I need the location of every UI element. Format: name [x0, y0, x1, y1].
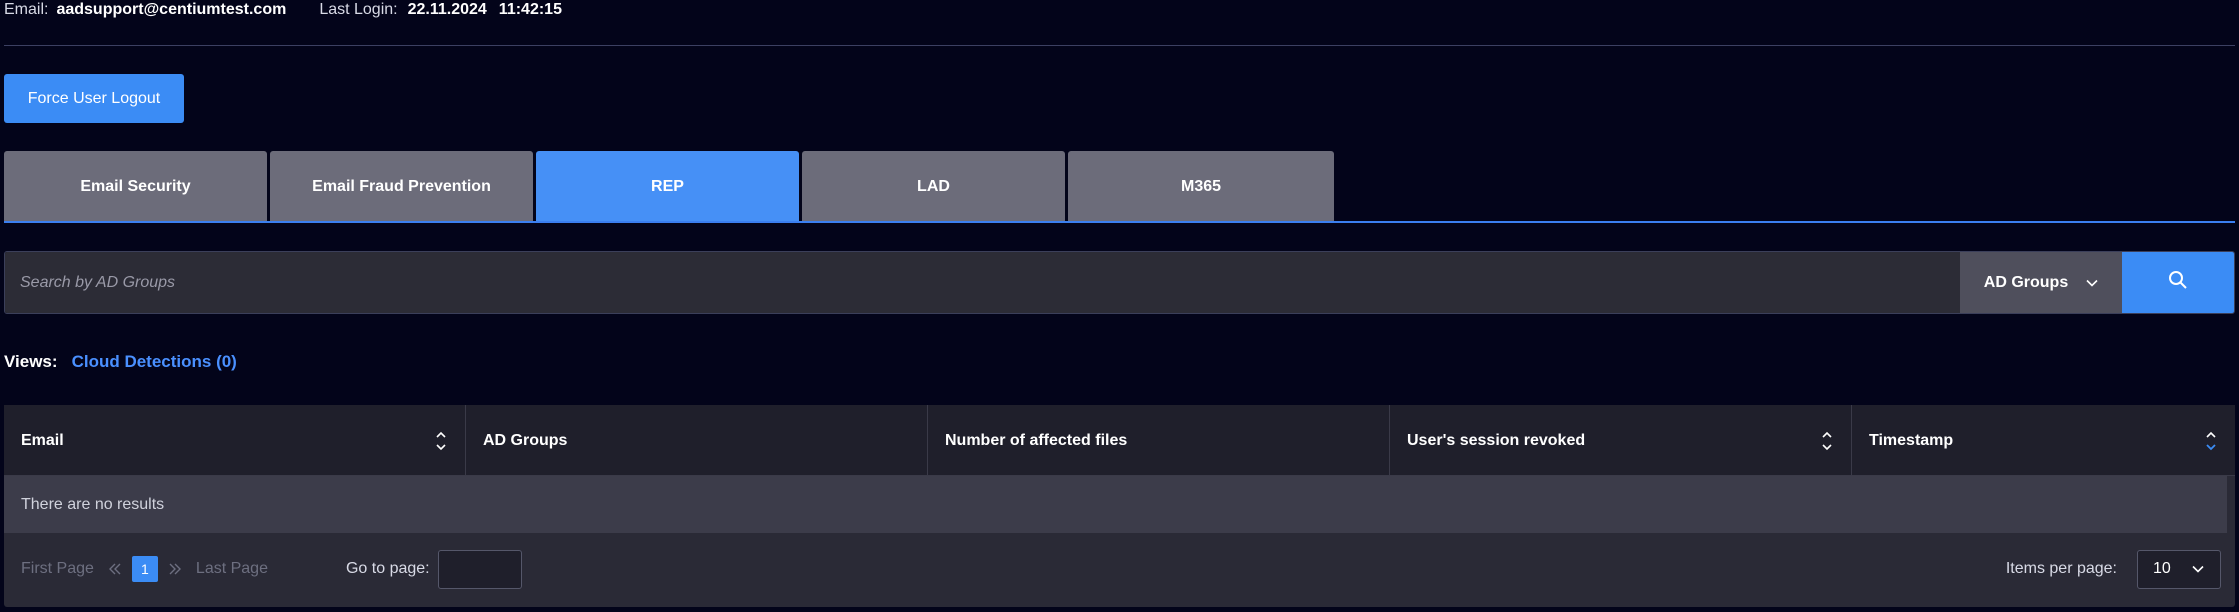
pagination: First Page 1 Last Page Go to page: Items… — [4, 533, 2235, 605]
first-page-link[interactable]: First Page — [21, 560, 94, 578]
go-to-page-input[interactable] — [437, 549, 522, 589]
results-table: Email AD Groups Number of affected files… — [4, 405, 2235, 607]
email-value: aadsupport@centiumtest.com — [56, 1, 287, 18]
column-label: Email — [21, 431, 64, 449]
last-page-link[interactable]: Last Page — [196, 560, 268, 578]
sort-icon[interactable] — [1821, 430, 1833, 452]
column-header-email[interactable]: Email — [4, 405, 466, 476]
search-button[interactable] — [2122, 252, 2234, 313]
column-label: Number of affected files — [945, 431, 1128, 449]
double-chevron-right-icon[interactable] — [168, 562, 182, 576]
table-header: Email AD Groups Number of affected files… — [4, 405, 2235, 476]
email-label: Email: — [4, 1, 49, 18]
header-divider — [4, 45, 2235, 46]
tab-rep[interactable]: REP — [536, 151, 799, 222]
empty-results-row: There are no results — [4, 476, 2227, 533]
tab-lad[interactable]: LAD — [802, 151, 1065, 222]
column-label: Timestamp — [1869, 431, 1954, 449]
chevron-down-icon — [2086, 274, 2098, 292]
items-per-page-select[interactable]: 10 — [2137, 549, 2221, 589]
search-icon — [2168, 270, 2188, 295]
tab-email-security[interactable]: Email Security — [4, 151, 267, 222]
items-per-page-value: 10 — [2153, 560, 2171, 577]
chevron-down-icon — [2192, 560, 2204, 578]
product-tabs: Email Security Email Fraud Prevention RE… — [4, 151, 1337, 222]
column-label: AD Groups — [483, 431, 568, 449]
last-login-label: Last Login: — [319, 1, 398, 18]
go-to-page-label: Go to page: — [345, 560, 430, 577]
tab-underline — [4, 221, 2235, 223]
column-header-timestamp[interactable]: Timestamp — [1852, 405, 2235, 476]
search-filter-select[interactable]: AD Groups — [1960, 252, 2122, 313]
items-per-page-label: Items per page: — [2005, 560, 2117, 577]
tab-m365[interactable]: M365 — [1068, 151, 1334, 222]
sort-desc-icon[interactable] — [2205, 430, 2217, 452]
views-row: Views: Cloud Detections (0) — [4, 351, 237, 373]
force-user-logout-button[interactable]: Force User Logout — [4, 74, 184, 123]
double-chevron-left-icon[interactable] — [108, 562, 122, 576]
column-header-session-revoked[interactable]: User's session revoked — [1390, 405, 1852, 476]
items-per-page: Items per page: 10 — [2006, 533, 2235, 605]
column-header-affected-files: Number of affected files — [928, 405, 1390, 476]
views-label: Views: — [4, 352, 58, 371]
last-login-date: 22.11.2024 — [407, 1, 487, 18]
sort-icon[interactable] — [435, 430, 447, 452]
search-filter-value: AD Groups — [1983, 273, 2069, 291]
search-bar: AD Groups — [4, 251, 2235, 314]
column-label: User's session revoked — [1407, 431, 1586, 449]
current-page-button[interactable]: 1 — [131, 556, 158, 582]
search-input[interactable] — [5, 252, 1960, 313]
cloud-detections-link[interactable]: Cloud Detections (0) — [72, 352, 237, 372]
user-info-line: Email: aadsupport@centiumtest.com Last L… — [4, 0, 562, 20]
column-header-ad-groups: AD Groups — [466, 405, 928, 476]
last-login-time: 11:42:15 — [498, 1, 562, 18]
page: Email: aadsupport@centiumtest.com Last L… — [0, 0, 2239, 612]
tab-email-fraud-prevention[interactable]: Email Fraud Prevention — [270, 151, 533, 222]
